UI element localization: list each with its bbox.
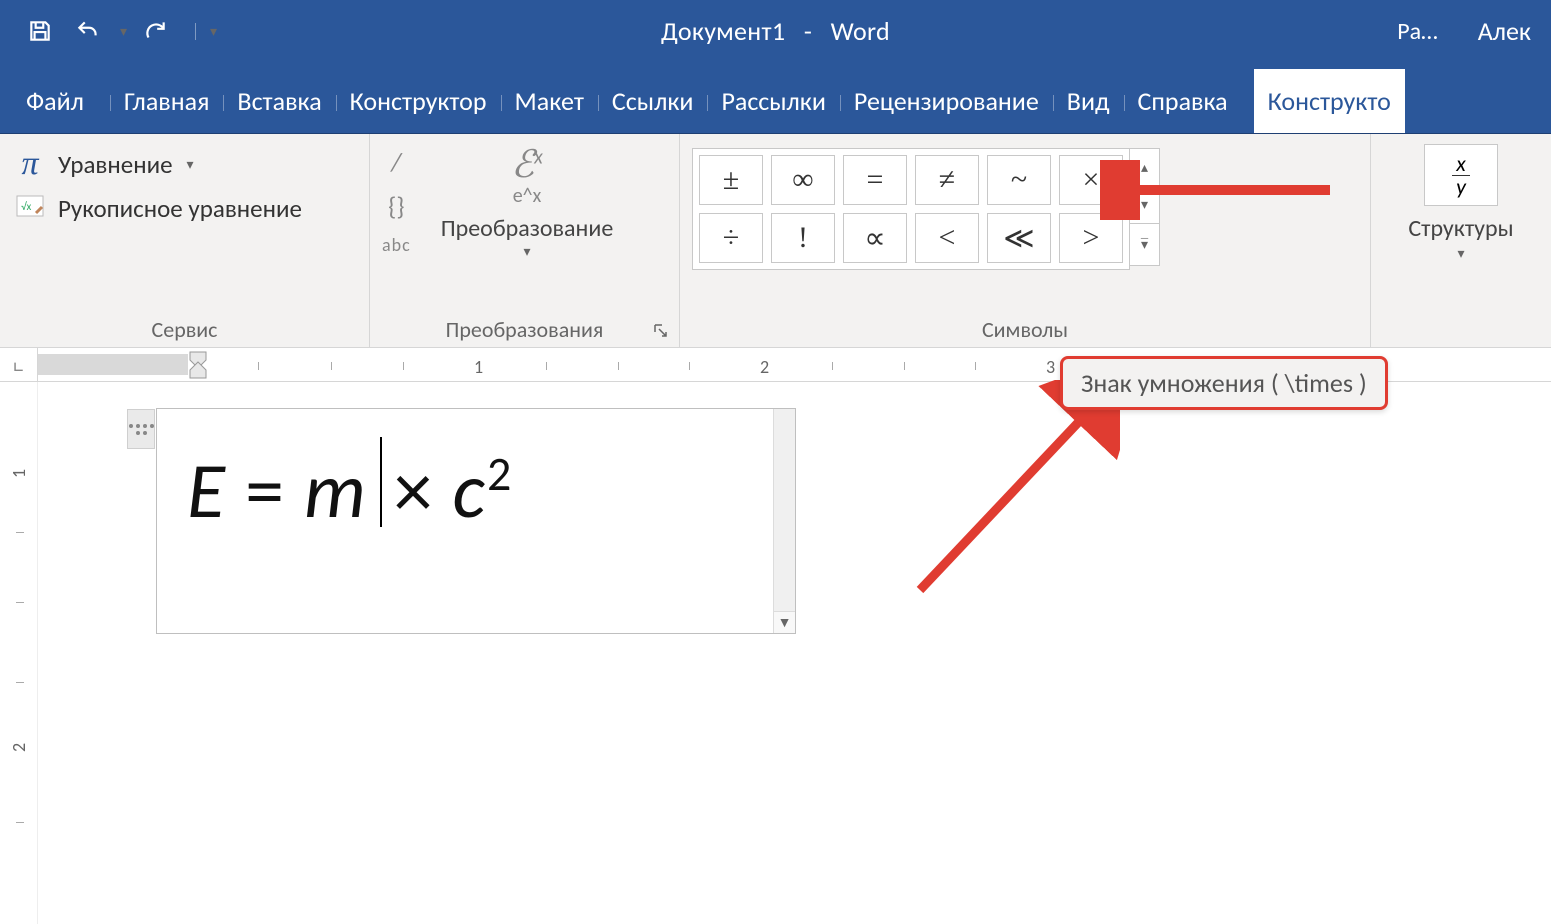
equation-text[interactable]: E = m × c2 [157,409,795,556]
equation-button[interactable]: π Уравнение ▾ [12,142,357,186]
quick-access-toolbar: ▾ ▾ [0,11,217,51]
tab-layout[interactable]: Макет [501,85,598,133]
ink-equation-icon: √x [12,193,48,224]
structures-dropdown-icon: ▾ [1383,245,1539,262]
group-convert-label: Преобразования [370,316,679,343]
vruler-tick-1: 1 [8,469,30,478]
symbol-greater-than[interactable]: > [1059,213,1123,263]
ink-equation-button[interactable]: √x Рукописное уравнение [12,186,357,230]
ruler-tick-2: 2 [760,356,769,378]
equation-label: Уравнение [58,149,173,180]
ruler-tick-3: 3 [1046,356,1055,378]
symbol-infinity[interactable]: ∞ [771,155,835,205]
tab-review[interactable]: Рецензирование [840,85,1053,133]
document-name: Документ1 [661,15,785,47]
structures-fraction-button[interactable]: xy [1424,144,1498,206]
qat-customize-icon[interactable]: ▾ [195,23,217,40]
indent-marker[interactable] [188,348,208,380]
vertical-ruler[interactable]: 1 2 [0,382,38,924]
equation-container[interactable]: E = m × c2 ▼ [156,408,796,634]
equation-scrollbar[interactable]: ▼ [773,409,795,633]
tooltip-text: Знак умножения ( \times ) [1081,367,1367,399]
group-service-label: Сервис [0,316,369,343]
symbol-less-than[interactable]: < [915,213,979,263]
tab-file[interactable]: Файл [0,85,110,133]
eq-c: c2 [453,443,514,538]
tab-references[interactable]: Ссылки [598,85,708,133]
ruler-margin-shade [38,354,188,375]
tab-equation-design[interactable]: Конструкто [1254,69,1405,133]
symbol-plus-minus[interactable]: ± [699,155,763,205]
eq-equals: = [245,443,286,538]
equation-scroll-down-icon[interactable]: ▼ [774,611,795,633]
tab-help[interactable]: Справка [1124,85,1242,133]
tab-mailings[interactable]: Рассылки [707,85,839,133]
symbol-not-equal[interactable]: ≠ [915,155,979,205]
convert-dialog-launcher[interactable] [653,323,671,341]
vruler-tick-2: 2 [8,743,30,752]
app-name: Word [831,15,890,47]
eq-m: m [304,443,368,538]
equation-drag-handle[interactable] [127,409,155,449]
text-cursor [380,437,382,527]
ink-equation-label: Рукописное уравнение [58,193,302,224]
symbol-gallery-expand[interactable]: ▾— [1130,224,1160,266]
ribbon-tabs: Файл Главная Вставка Конструктор Макет С… [0,62,1551,134]
symbol-divide[interactable]: ÷ [699,213,763,263]
group-convert: / {} abc ℰx e^x Преобразование ▾ Преобра… [370,134,680,347]
symbol-tilde[interactable]: ~ [987,155,1051,205]
linear-format-icon[interactable]: / [391,146,401,178]
symbol-much-less[interactable]: ≪ [987,213,1051,263]
tab-insert[interactable]: Вставка [223,85,335,133]
page[interactable]: E = m × c2 ▼ [38,382,1551,924]
eq-times: × [394,443,435,538]
ex-glyph-icon: ℰx [511,146,543,184]
group-symbols-label: Символы [680,316,1370,343]
symbol-equals[interactable]: = [843,155,907,205]
ribbon: π Уравнение ▾ √x Рукописное уравнение Се… [0,134,1551,348]
symbol-times[interactable]: × [1059,155,1123,205]
group-symbols: ± ∞ = ≠ ~ × ÷ ! ∝ < ≪ > ▴ ▾ ▾— Символы [680,134,1371,347]
structures-label: Структуры [1383,214,1539,243]
eq-E: E [187,443,227,538]
document-area: 1 2 E = m × c2 ▼ [0,382,1551,924]
ex-small-label: e^x [513,184,542,208]
redo-button[interactable] [135,11,175,51]
group-structures: xy Структуры ▾ [1371,134,1551,347]
undo-button[interactable] [68,11,108,51]
symbol-factorial[interactable]: ! [771,213,835,263]
tab-view[interactable]: Вид [1053,85,1124,133]
account-name[interactable]: Алек [1478,15,1531,47]
group-service: π Уравнение ▾ √x Рукописное уравнение Се… [0,134,370,347]
tab-design[interactable]: Конструктор [336,85,501,133]
symbol-scroll-down[interactable]: ▾ [1130,186,1160,224]
ruler-tick-1: 1 [474,356,483,378]
text-button-icon[interactable]: abc [382,234,411,256]
pi-icon: π [12,145,48,183]
tooltip-times: Знак умножения ( \times ) [1060,356,1388,410]
professional-format-icon[interactable]: {} [388,190,404,222]
svg-text:√x: √x [21,200,31,213]
convert-dropdown-icon: ▾ [523,243,530,260]
symbol-scroll-up[interactable]: ▴ [1130,148,1160,186]
eq-exponent: 2 [487,444,513,503]
tab-home[interactable]: Главная [110,85,224,133]
save-button[interactable] [20,11,60,51]
symbol-gallery: ± ∞ = ≠ ~ × ÷ ! ∝ < ≪ > [692,148,1130,270]
convert-small-buttons: / {} abc [382,146,411,256]
tab-selector[interactable]: ∟ [0,348,38,381]
window-title: Документ1 - Word [661,15,890,47]
convert-label: Преобразование [441,214,614,243]
title-bar: ▾ ▾ Документ1 - Word Ра… Алек [0,0,1551,62]
equation-dropdown-icon[interactable]: ▾ [187,156,194,173]
title-right: Ра… Алек [1397,15,1531,47]
symbol-gallery-scroll: ▴ ▾ ▾— [1130,148,1160,270]
undo-dropdown-icon[interactable]: ▾ [120,23,127,40]
collapsed-tab-label[interactable]: Ра… [1397,17,1437,46]
title-separator: - [804,15,812,47]
convert-button[interactable]: ℰx e^x Преобразование ▾ [441,146,614,260]
symbol-proportional[interactable]: ∝ [843,213,907,263]
